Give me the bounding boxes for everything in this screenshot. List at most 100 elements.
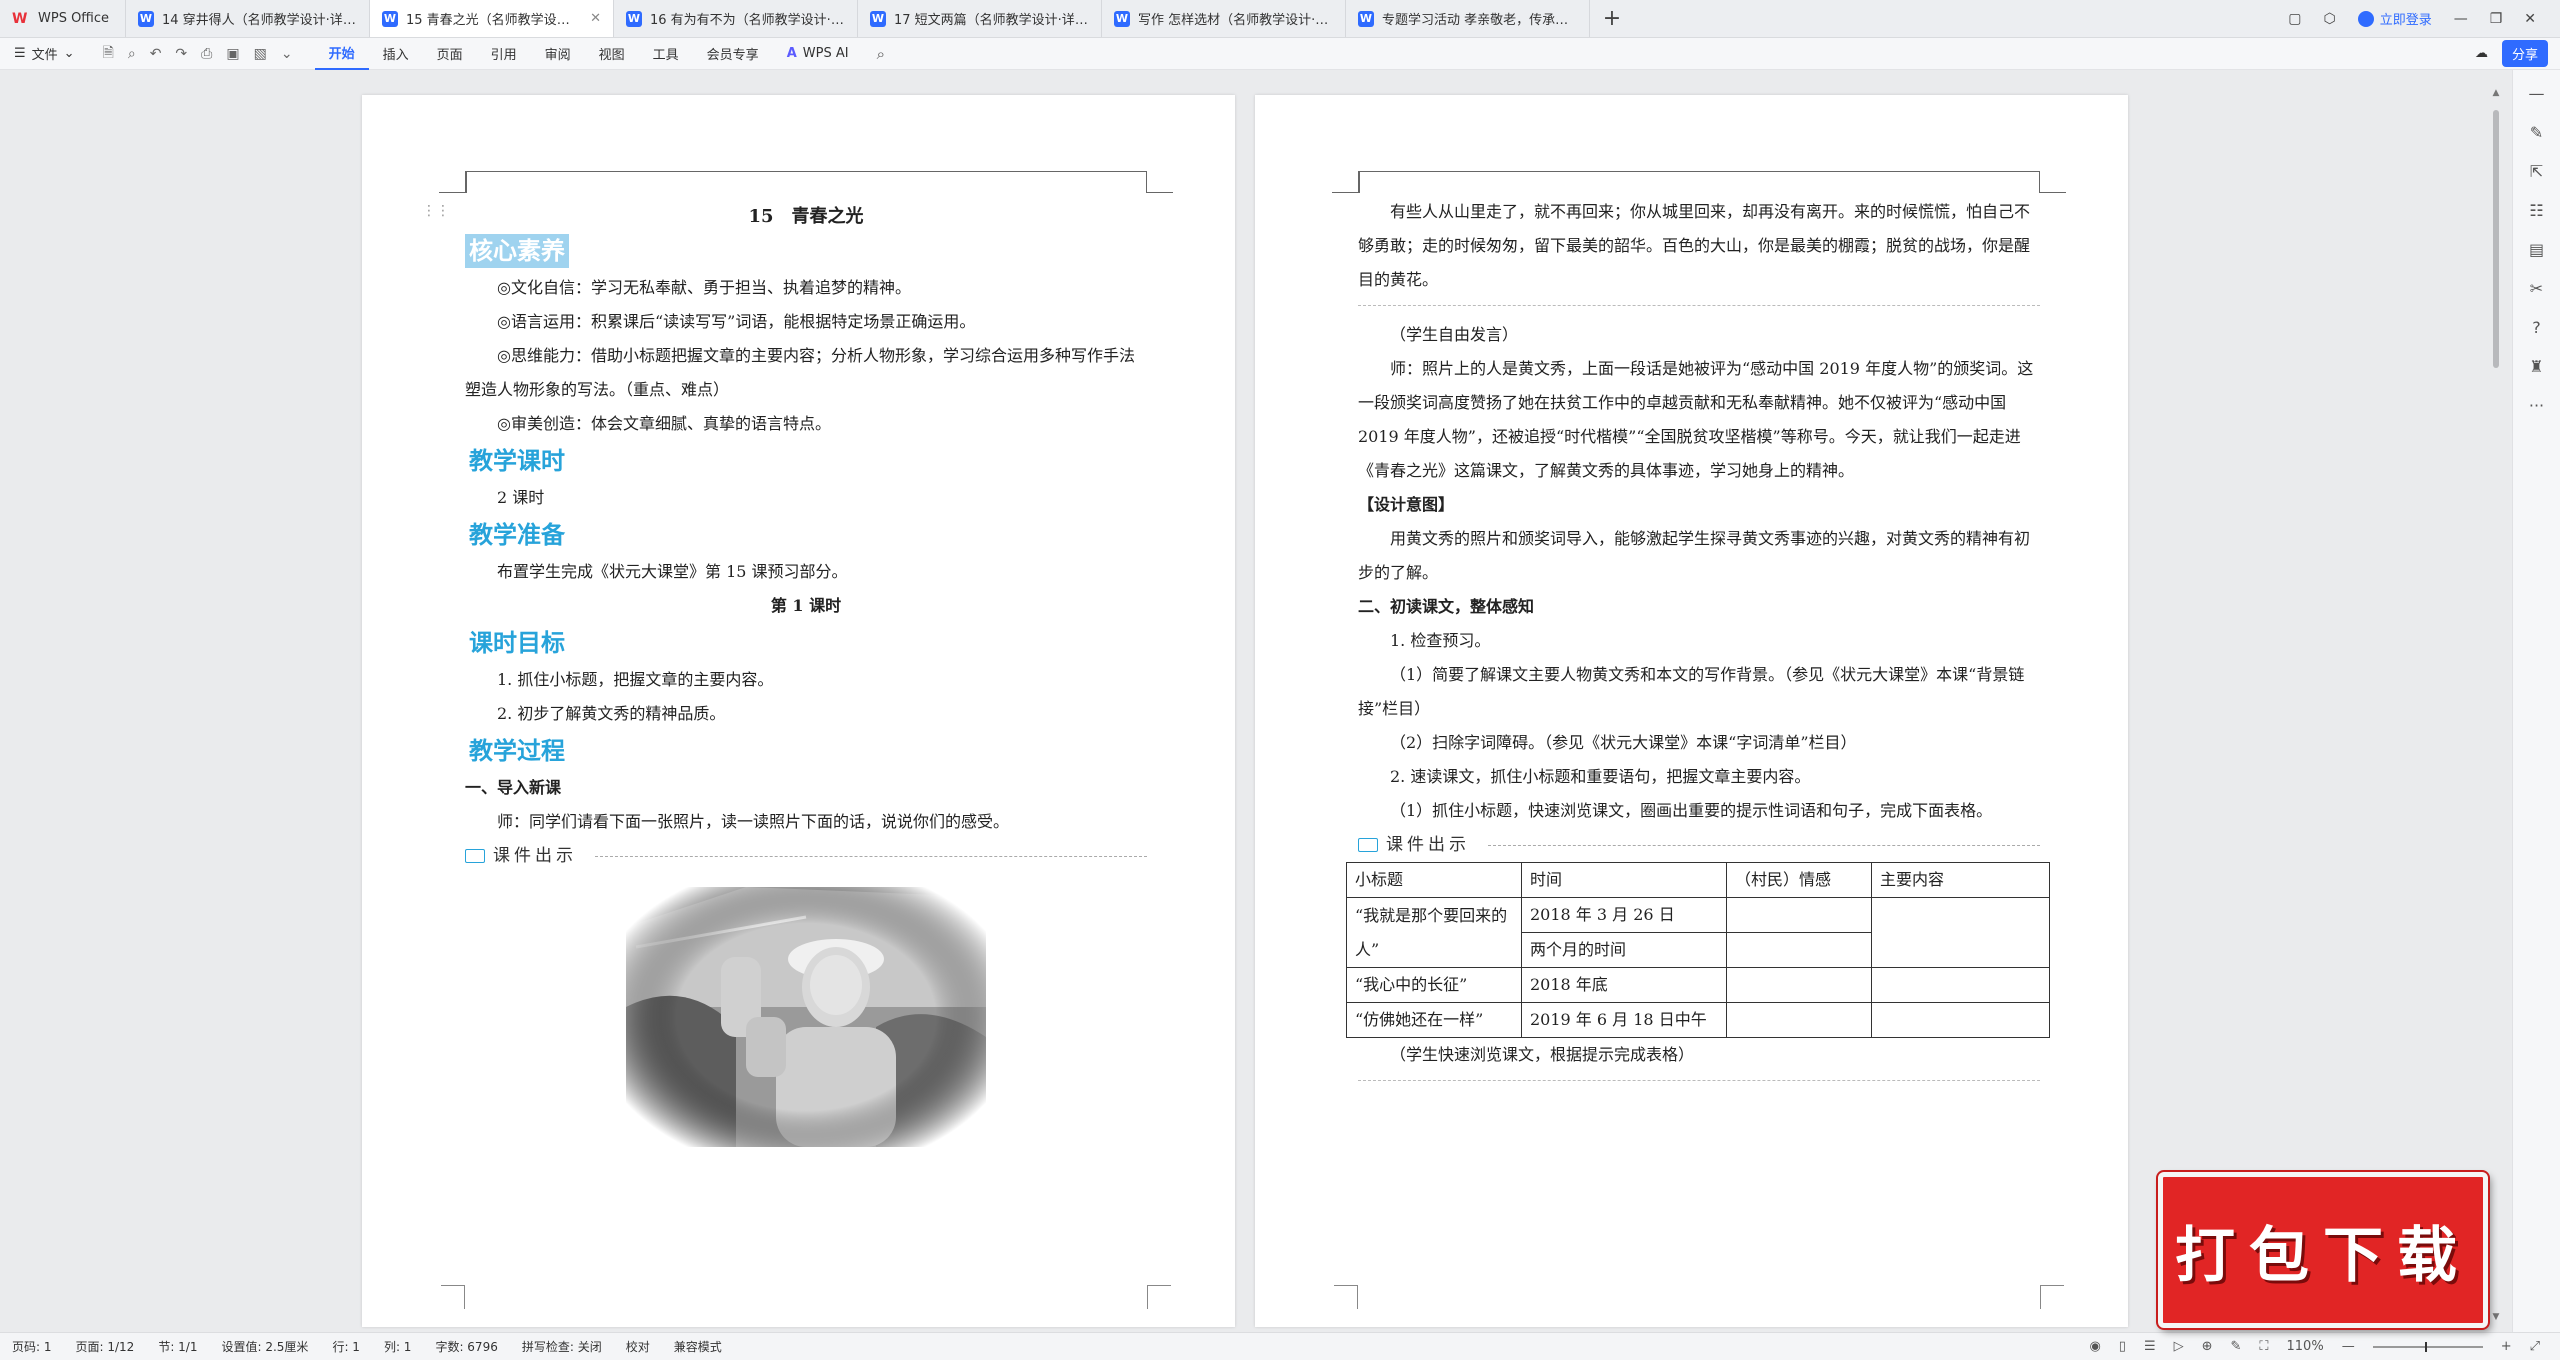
- export-pdf-icon[interactable]: ▣: [226, 46, 239, 62]
- select-cursor-icon[interactable]: ⇱: [2530, 162, 2543, 181]
- courseware-label: 课件出示: [493, 846, 577, 866]
- close-window-icon[interactable]: ✕: [2524, 11, 2536, 27]
- status-setting[interactable]: 设置值: 2.5厘米: [209, 1338, 320, 1355]
- status-compat-mode[interactable]: 兼容模式: [662, 1338, 734, 1355]
- print-icon[interactable]: ⎙: [201, 46, 212, 62]
- eye-protection-icon[interactable]: ◉: [2089, 1339, 2100, 1354]
- tab-member[interactable]: 会员专享: [693, 38, 773, 70]
- paragraph: ◎语言运用：积累课后“读读写写”词语，能根据特定场景正确运用。: [497, 312, 976, 331]
- status-section[interactable]: 节: 1/1: [146, 1338, 209, 1355]
- zoom-out-icon[interactable]: —: [2342, 1339, 2355, 1354]
- wps-ai-label: WPS AI: [802, 46, 849, 61]
- help-icon[interactable]: ?: [2532, 318, 2541, 337]
- word-doc-icon: W: [382, 10, 398, 27]
- tools-icon[interactable]: ✂: [2530, 279, 2543, 298]
- table-cell[interactable]: [1726, 897, 1872, 933]
- download-banner[interactable]: 打包下载: [2158, 1172, 2488, 1328]
- tab-document[interactable]: W 写作 怎样选材（名师教学设计·详案）: [1102, 0, 1346, 37]
- settings-icon[interactable]: ☷: [2529, 201, 2543, 220]
- undo-icon[interactable]: ↶: [150, 46, 162, 62]
- drag-handle-icon[interactable]: ⋮⋮: [422, 203, 450, 219]
- shirt-icon[interactable]: ♜: [2529, 357, 2543, 376]
- table-cell[interactable]: 两个月的时间: [1521, 932, 1727, 968]
- tab-insert[interactable]: 插入: [369, 38, 423, 70]
- tab-references[interactable]: 引用: [477, 38, 531, 70]
- tab-document[interactable]: W 专题学习活动 孝亲敬老，传承家风（: [1346, 0, 1590, 37]
- view-controls: ◉ ▯ ☰ ▷ ⊕ ✎ ⛶ 110% — + ⤢: [2089, 1339, 2560, 1354]
- page-view-icon[interactable]: ▯: [2119, 1339, 2126, 1354]
- share-button[interactable]: 分享: [2501, 40, 2548, 67]
- fit-page-icon[interactable]: ⛶: [2259, 1339, 2268, 1354]
- tab-wps-home[interactable]: W WPS Office: [0, 0, 126, 37]
- status-proofread[interactable]: 校对: [614, 1338, 662, 1355]
- search-icon[interactable]: ⌕: [863, 45, 899, 63]
- web-view-icon[interactable]: ⊕: [2202, 1339, 2213, 1354]
- tab-label: 专题学习活动 孝亲敬老，传承家风（: [1382, 13, 1577, 28]
- restore-icon[interactable]: ❐: [2490, 11, 2503, 27]
- paragraph: 有些人从山里走了，就不再回来；你从城里回来，却再没有离开。来的时候慌慌，怕自己不…: [1358, 202, 2031, 289]
- minimize-icon[interactable]: —: [2454, 11, 2468, 27]
- zoom-level[interactable]: 110%: [2287, 1339, 2324, 1354]
- table-cell[interactable]: “仿佛她还在一样”: [1346, 1002, 1522, 1038]
- play-icon[interactable]: ▷: [2174, 1339, 2184, 1354]
- zoom-in-icon[interactable]: +: [2501, 1339, 2512, 1354]
- table-cell[interactable]: 2018 年 3 月 26 日: [1521, 897, 1727, 933]
- list-view-icon[interactable]: ☰: [2144, 1339, 2156, 1354]
- layout-icon[interactable]: ▤: [2529, 240, 2544, 259]
- scroll-up-icon[interactable]: ▲: [2490, 88, 2502, 98]
- tab-document[interactable]: W 14 穿井得人（名师教学设计·详案）: [126, 0, 370, 37]
- collapse-icon[interactable]: —: [2529, 84, 2545, 103]
- cloud-sync-icon[interactable]: ☁: [2475, 46, 2488, 61]
- fullscreen-icon[interactable]: ⤢: [2530, 1339, 2540, 1354]
- table-cell[interactable]: “我就是那个要回来的人”: [1346, 897, 1522, 968]
- tab-document-active[interactable]: W 15 青春之光（名师教学设计·详案） ✕: [370, 0, 614, 37]
- vertical-scrollbar[interactable]: ▲ ▼: [2490, 70, 2502, 1332]
- margin-corner: [2040, 1285, 2064, 1309]
- tab-document[interactable]: W 16 有为有不为（名师教学设计·详案）: [614, 0, 858, 37]
- status-pages[interactable]: 页面: 1/12: [64, 1338, 147, 1355]
- login-button[interactable]: 立即登录: [2357, 9, 2432, 28]
- table-cell[interactable]: [1726, 932, 1872, 968]
- tab-home[interactable]: 开始: [314, 38, 369, 70]
- close-icon[interactable]: ✕: [590, 11, 601, 26]
- hamburger-icon: ☰: [14, 46, 26, 61]
- table-cell[interactable]: 2019 年 6 月 18 日中午: [1521, 1002, 1727, 1038]
- tab-page[interactable]: 页面: [423, 38, 477, 70]
- tab-document[interactable]: W 17 短文两篇（名师教学设计·详案）: [858, 0, 1102, 37]
- scroll-down-icon[interactable]: ▼: [2490, 1312, 2502, 1322]
- avatar: [2357, 10, 2374, 27]
- tablet-mode-icon[interactable]: ▢: [2288, 11, 2301, 27]
- status-spell-check[interactable]: 拼写检查: 关闭: [510, 1338, 614, 1355]
- table-row: “仿佛她还在一样” 2019 年 6 月 18 日中午: [1346, 1002, 2050, 1038]
- wps-ai-button[interactable]: A WPS AI: [773, 46, 863, 61]
- more-icon[interactable]: ···: [2529, 396, 2544, 415]
- chevron-down-icon[interactable]: ⌄: [281, 46, 293, 62]
- cube-icon[interactable]: ⬡: [2323, 11, 2335, 27]
- quick-access: 🗎 ⌕ ↶ ↷ ⎙ ▣ ▧ ⌄: [89, 42, 307, 66]
- redo-icon[interactable]: ↷: [175, 46, 187, 62]
- document-page-1[interactable]: ⋮⋮ 15 青春之光 核心素养 ◎文化自信：学习无私奉献、勇于担当、执着追梦的精…: [362, 95, 1235, 1327]
- table-cell[interactable]: [1871, 897, 2050, 968]
- document-page-2[interactable]: 有些人从山里走了，就不再回来；你从城里回来，却再没有离开。来的时候慌慌，怕自己不…: [1255, 95, 2128, 1327]
- format-painter-icon[interactable]: ⌕: [128, 46, 136, 62]
- save-icon[interactable]: 🗎: [103, 42, 114, 66]
- edit-icon[interactable]: ✎: [2530, 123, 2543, 142]
- status-page-code[interactable]: 页码: 1: [0, 1338, 64, 1355]
- new-tab-button[interactable]: +: [1590, 0, 1634, 37]
- image-icon[interactable]: ▧: [254, 46, 267, 62]
- status-word-count[interactable]: 字数: 6796: [423, 1338, 509, 1355]
- table-cell[interactable]: [1726, 1002, 1872, 1038]
- tab-view[interactable]: 视图: [585, 38, 639, 70]
- write-icon[interactable]: ✎: [2231, 1339, 2242, 1354]
- table-cell[interactable]: 2018 年底: [1521, 967, 1727, 1003]
- table-cell[interactable]: [1871, 967, 2050, 1003]
- tab-tools[interactable]: 工具: [639, 38, 693, 70]
- table-cell[interactable]: [1871, 1002, 2050, 1038]
- file-menu-button[interactable]: ☰ 文件 ⌄: [0, 44, 89, 63]
- table-cell[interactable]: “我心中的长征”: [1346, 967, 1522, 1003]
- table-cell[interactable]: [1726, 967, 1872, 1003]
- scroll-thumb[interactable]: [2493, 110, 2499, 368]
- tab-review[interactable]: 审阅: [531, 38, 585, 70]
- courseware-label: 课件出示: [1386, 835, 1470, 855]
- zoom-slider[interactable]: [2372, 1341, 2483, 1352]
